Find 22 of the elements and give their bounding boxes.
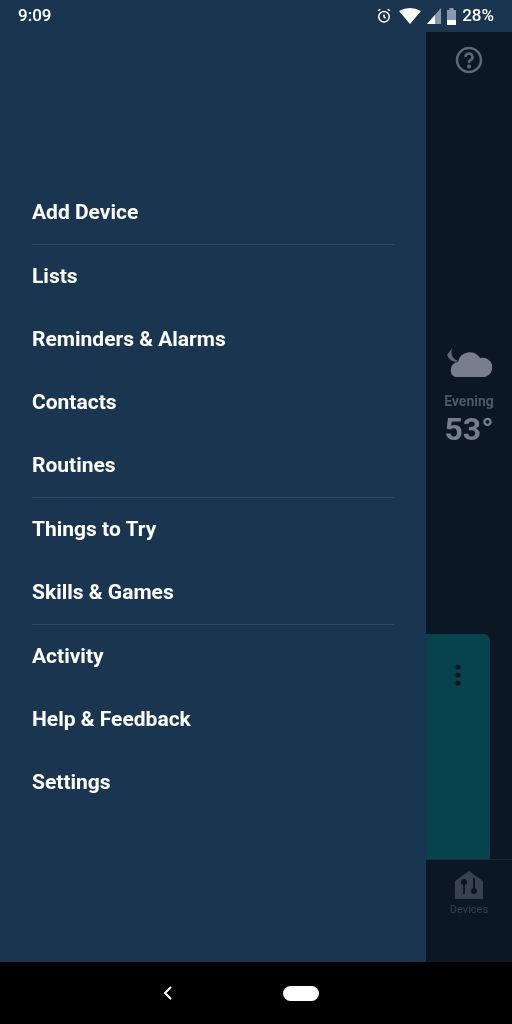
battery-icon bbox=[447, 7, 457, 25]
menu-item[interactable]: Contacts bbox=[32, 386, 117, 419]
devices-icon[interactable] bbox=[454, 870, 484, 900]
home-button[interactable] bbox=[283, 985, 319, 1001]
menu-item[interactable]: Skills & Games bbox=[32, 576, 174, 609]
menu-item[interactable]: Lists bbox=[32, 260, 78, 293]
menu-item[interactable]: Add Device bbox=[32, 196, 139, 229]
more-icon[interactable] bbox=[455, 664, 461, 686]
signal-icon bbox=[427, 8, 442, 24]
menu-item[interactable]: Help & Feedback bbox=[32, 703, 191, 736]
battery-percent: 28% bbox=[462, 4, 494, 28]
clock-time: 9:09 bbox=[18, 4, 52, 28]
weather-period: Evening bbox=[443, 392, 495, 411]
menu-item[interactable]: Activity bbox=[32, 640, 104, 673]
menu-item[interactable]: Reminders & Alarms bbox=[32, 323, 226, 356]
wifi-icon bbox=[399, 8, 422, 24]
help-icon[interactable] bbox=[455, 46, 483, 74]
menu-item[interactable]: Settings bbox=[32, 766, 111, 799]
menu-item[interactable]: Routines bbox=[32, 449, 116, 482]
temperature: 53° bbox=[443, 412, 495, 446]
menu-item[interactable]: Things to Try bbox=[32, 513, 157, 546]
back-icon[interactable] bbox=[163, 986, 173, 1000]
